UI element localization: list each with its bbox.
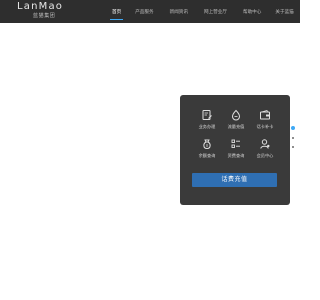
- nav-item-help[interactable]: 帮助中心: [235, 0, 269, 23]
- top-header: LanMao 蓝猫集团 首页 产品服务 新闻资讯 网上营业厅 帮助中心 关于蓝猫: [0, 0, 300, 23]
- nav-item-label: 网上营业厅: [203, 9, 227, 15]
- nav-item-label: 新闻资讯: [169, 9, 188, 15]
- droplet-icon: [231, 109, 241, 121]
- slide-pager: [291, 126, 295, 155]
- nav-item-online-hall[interactable]: 网上营业厅: [196, 0, 235, 23]
- service-label: 流量充值: [227, 124, 245, 129]
- document-edit-icon: [202, 110, 212, 120]
- service-balance-query[interactable]: 余额查询: [192, 138, 222, 164]
- service-label: 会员中心: [256, 153, 274, 158]
- service-tariff-query[interactable]: 资费查询: [221, 138, 251, 164]
- logo-text: LanMao: [17, 1, 64, 12]
- nav-item-products[interactable]: 产品服务: [127, 0, 161, 23]
- page: LanMao 蓝猫集团 首页 产品服务 新闻资讯 网上营业厅 帮助中心 关于蓝猫: [0, 0, 300, 300]
- money-bag-icon: [203, 139, 211, 150]
- list-icon: [231, 139, 240, 148]
- nav-item-home[interactable]: 首页: [106, 0, 127, 23]
- service-label: 业务办理: [198, 124, 216, 129]
- service-panel: 业务办理 流量充值 话卡补卡 余额查询 资费查询 会员中心 话费充值: [180, 95, 290, 205]
- service-data-recharge[interactable]: 流量充值: [221, 109, 251, 135]
- service-business[interactable]: 业务办理: [192, 109, 222, 135]
- pager-dot[interactable]: [292, 137, 294, 139]
- nav-item-label: 首页: [112, 9, 122, 15]
- main-nav: 首页 产品服务 新闻资讯 网上营业厅 帮助中心 关于蓝猫: [106, 0, 300, 23]
- logo[interactable]: LanMao 蓝猫集团: [17, 1, 69, 21]
- service-sim-replace[interactable]: 话卡补卡: [250, 109, 280, 135]
- service-member-center[interactable]: 会员中心: [250, 138, 280, 164]
- pager-dot-active[interactable]: [291, 126, 295, 130]
- nav-item-about[interactable]: 关于蓝猫: [269, 0, 299, 23]
- service-label: 资费查询: [227, 153, 245, 158]
- recharge-button[interactable]: 话费充值: [192, 173, 277, 187]
- nav-item-label: 关于蓝猫: [275, 9, 294, 15]
- nav-item-news[interactable]: 新闻资讯: [162, 0, 196, 23]
- pager-dot[interactable]: [292, 146, 294, 148]
- service-label: 余额查询: [198, 153, 216, 158]
- user-settings-icon: [260, 139, 270, 149]
- service-label: 话卡补卡: [256, 124, 274, 129]
- nav-item-label: 帮助中心: [242, 9, 262, 15]
- logo-subtitle: 蓝猫集团: [33, 13, 56, 19]
- wallet-icon: [260, 110, 270, 120]
- nav-item-label: 产品服务: [135, 9, 154, 15]
